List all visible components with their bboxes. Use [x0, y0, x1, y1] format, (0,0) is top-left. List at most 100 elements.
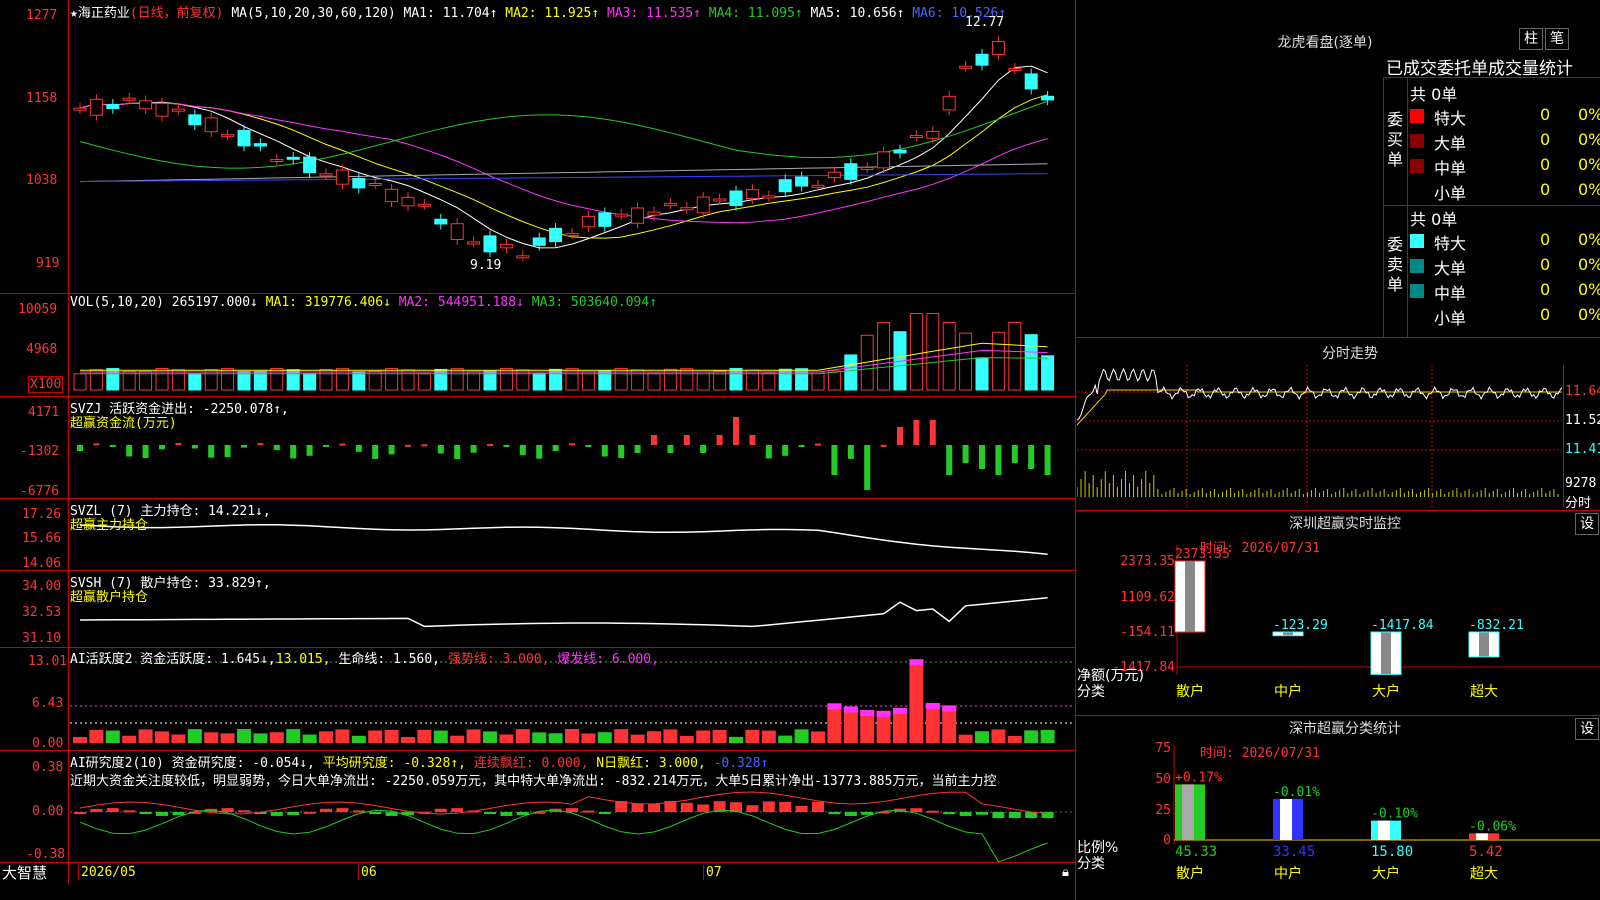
activity-bar	[515, 729, 530, 743]
category-label: 超大	[1470, 684, 1498, 700]
candle-body	[532, 237, 546, 246]
sz-class-title: 深市超赢分类统计	[1289, 721, 1401, 737]
activity-bar	[597, 732, 612, 743]
candle-body	[827, 171, 841, 179]
candle-body	[286, 156, 300, 160]
ma5-value: MA5: 10.656↑	[810, 6, 905, 21]
date-axis-label: 2026/05	[78, 865, 136, 880]
activity-bar	[73, 737, 87, 743]
favorite-star-icon[interactable]: ★	[70, 6, 78, 21]
y-axis-title: 净额(万元)	[1077, 668, 1144, 684]
vol-ma3: MA3: 503640.094↑	[531, 295, 658, 310]
volume-bar	[467, 371, 481, 391]
candle-body	[581, 215, 595, 228]
ma-line-120	[79, 173, 1048, 183]
volume-bar	[581, 371, 595, 391]
fund-flow-bar	[733, 417, 739, 445]
vol-header: VOL(5,10,20) 265197.000↓ MA1: 319776.406…	[70, 295, 657, 310]
fund-flow-bar	[864, 445, 871, 490]
order-count: 0	[1540, 305, 1551, 324]
period-label[interactable]: (日线，前复权)	[130, 6, 224, 21]
research-bar	[582, 810, 595, 813]
bar-value-label: -832.21	[1469, 618, 1524, 633]
candle-body	[253, 143, 267, 147]
research-bar	[762, 801, 775, 812]
fund-flow-bar	[536, 445, 543, 459]
activity-bar	[1024, 730, 1039, 743]
research-bar	[828, 812, 841, 815]
volume-bar	[959, 332, 973, 391]
ratio-change-label: -0.06%	[1469, 819, 1516, 834]
candle-body	[565, 233, 579, 237]
activity-burst-cap	[925, 703, 940, 710]
y-tick-label: 11.52	[1565, 413, 1600, 428]
activity-bar	[958, 734, 973, 743]
fund-flow-bar	[929, 420, 936, 445]
fund-flow-bar	[454, 445, 461, 459]
y-tick-label: -1302	[20, 444, 60, 459]
sell-total: 共 0单	[1410, 210, 1458, 229]
fund-flow-bar	[257, 443, 264, 446]
activity-bar	[745, 729, 760, 743]
candle-body	[1041, 95, 1055, 101]
y-axis-title: 比例%	[1077, 840, 1118, 856]
volume-bar	[827, 370, 841, 391]
activity-bar	[269, 732, 284, 743]
activity-bar	[417, 729, 432, 743]
research-bar	[795, 805, 808, 812]
vol-unit-label[interactable]: X100	[28, 376, 64, 393]
candle-body	[106, 103, 120, 109]
research-bar	[156, 812, 168, 816]
research-bar	[746, 805, 759, 812]
brand-logo[interactable]: 大智慧	[2, 862, 47, 883]
candle-body	[647, 211, 661, 216]
research-bar	[172, 812, 185, 816]
fund-flow-bar	[273, 445, 280, 451]
volume-bar	[1041, 355, 1055, 391]
fund-flow-bar	[159, 445, 165, 450]
fund-flow-bar	[880, 444, 887, 447]
candle-body	[270, 159, 284, 163]
fund-flow-bar	[585, 445, 592, 447]
tick-mode-button[interactable]: 笔	[1545, 28, 1569, 50]
candle-body	[549, 227, 563, 243]
high-price-marker: 12.77	[965, 15, 1005, 30]
ai-strong-line: 强势线: 3.000,	[447, 652, 550, 667]
candle-body	[335, 169, 349, 185]
activity-burst-cap	[893, 708, 907, 715]
candle-body	[516, 255, 530, 259]
candle-body	[762, 195, 776, 199]
sz-class-settings-button[interactable]: 设	[1575, 718, 1599, 740]
candle-body	[122, 97, 136, 101]
ai-activity-header: AI活跃度2 资金活跃度: 1.645↓,13.015, 生命线: 1.560,…	[70, 648, 659, 667]
volume-bar	[204, 369, 218, 391]
research-bar	[238, 810, 250, 813]
research-bar	[352, 810, 365, 813]
candle-body	[237, 129, 251, 147]
volume-bar	[89, 369, 103, 391]
order-size-label: 小单	[1434, 184, 1467, 203]
bar-mode-button[interactable]: 柱	[1519, 28, 1543, 50]
fund-flow-bar	[290, 445, 297, 459]
research-bar	[500, 812, 513, 816]
lock-icon[interactable]: 🔒︎	[1062, 865, 1069, 880]
activity-burst-cap	[843, 706, 858, 713]
activity-bar	[237, 729, 251, 743]
candle-body	[713, 198, 727, 202]
activity-bar	[614, 729, 629, 743]
candle-body	[745, 189, 759, 199]
ai-research-v5: -0.328↑	[713, 756, 769, 771]
volume-bar	[877, 322, 891, 391]
bar-value-label: -123.29	[1273, 618, 1328, 633]
research-bar	[631, 803, 644, 812]
candle-body	[909, 135, 923, 139]
sz-monitor-settings-button[interactable]: 设	[1575, 513, 1599, 535]
research-bar	[992, 812, 1005, 818]
low-price-marker: 9.19	[470, 258, 502, 273]
candle-body	[89, 98, 103, 116]
volume-bar	[319, 368, 333, 391]
candle-body	[598, 212, 612, 227]
intraday-chart[interactable]	[1077, 365, 1562, 507]
svzj-subtitle: 超赢资金流(万元)	[70, 416, 177, 431]
order-percent: 0%	[1578, 105, 1600, 124]
